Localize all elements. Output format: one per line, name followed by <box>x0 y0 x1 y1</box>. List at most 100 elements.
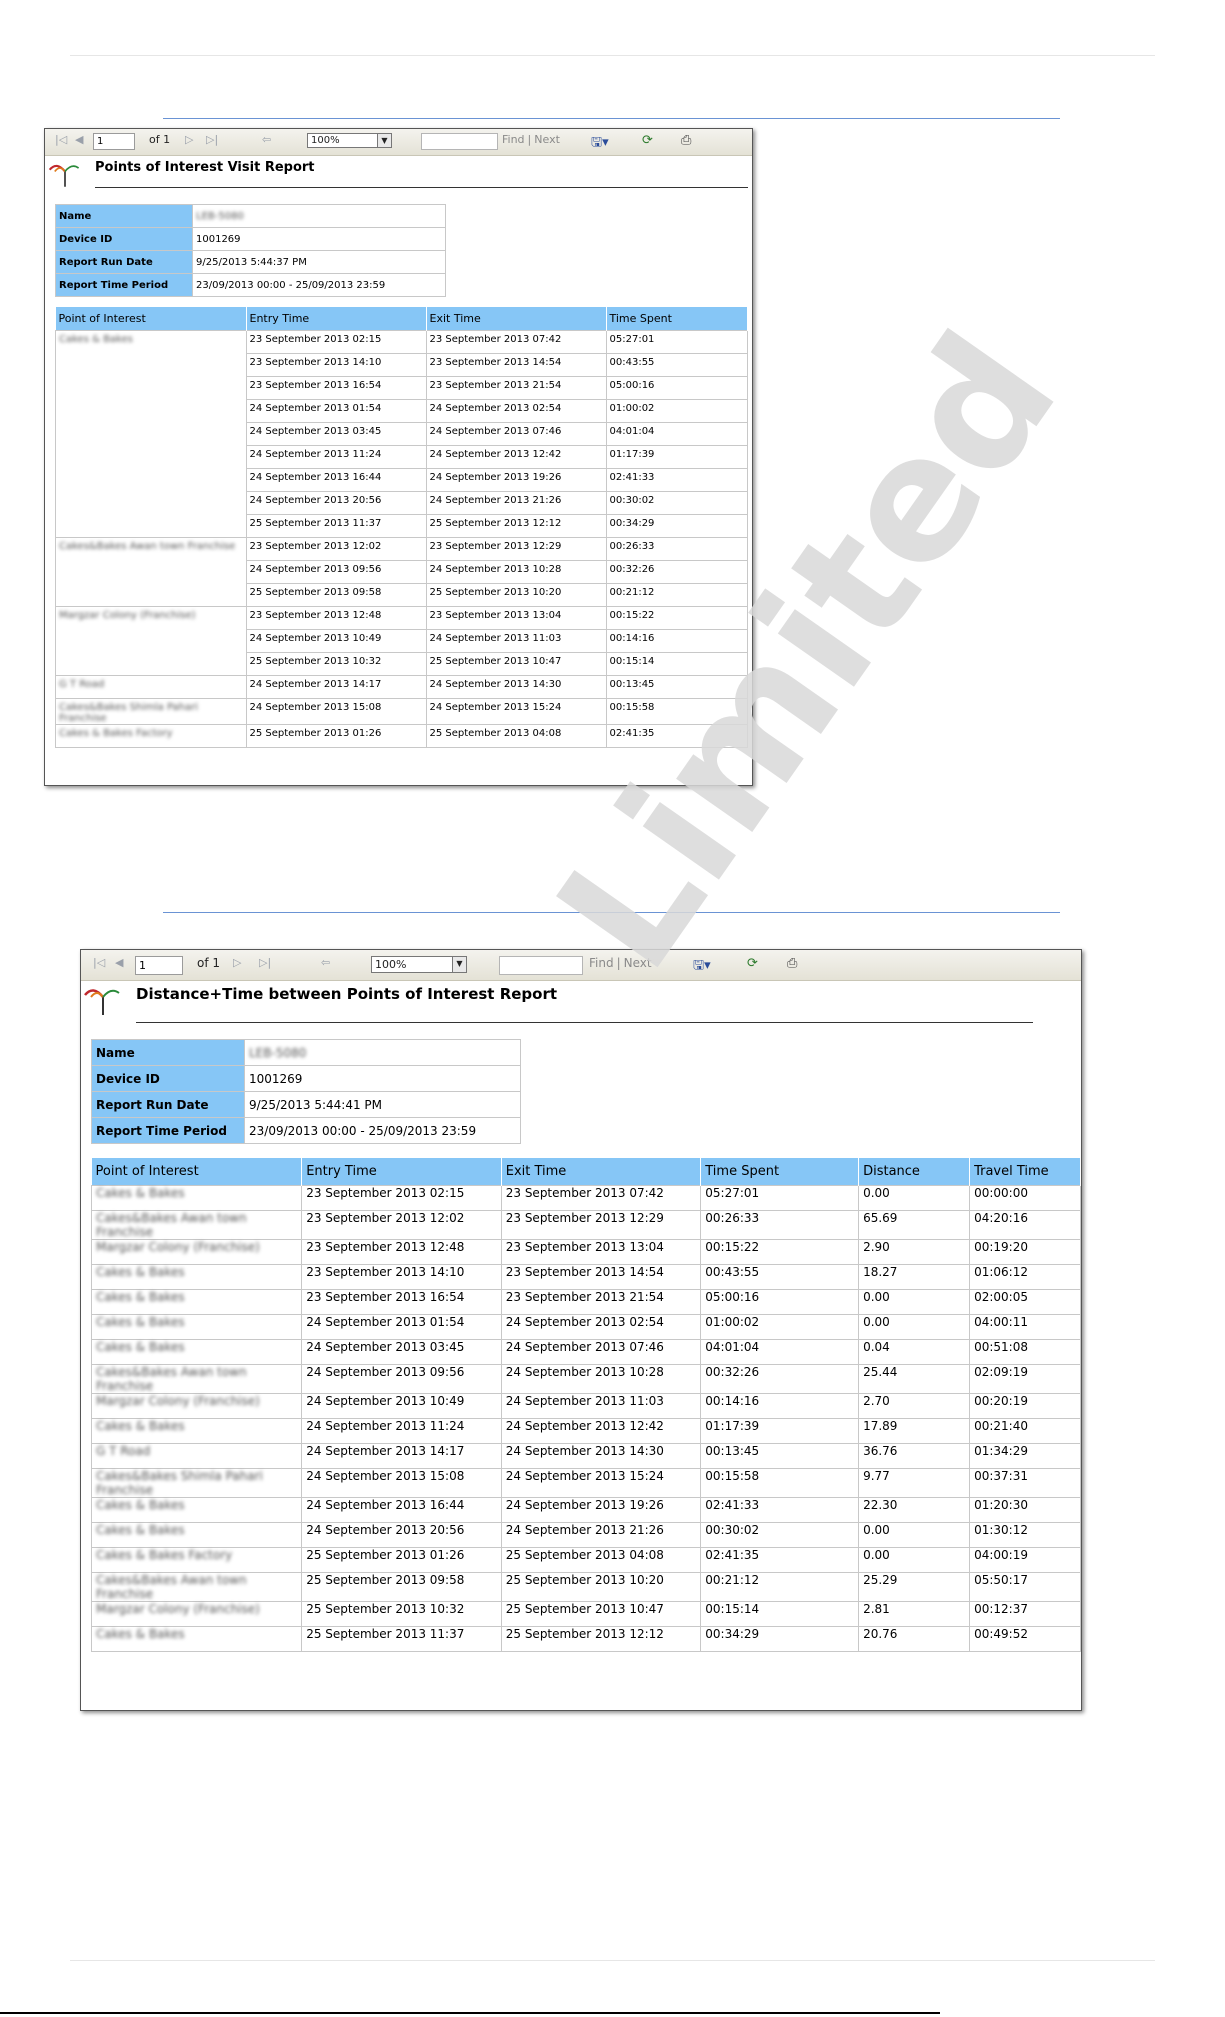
entry-time-cell: 25 September 2013 01:26 <box>301 1547 502 1573</box>
export-save-icon[interactable]: 🖫▾ <box>693 956 711 978</box>
first-page-icon[interactable]: |◁ <box>55 133 67 146</box>
entry-time-cell: 24 September 2013 15:08 <box>245 698 427 725</box>
exit-time-cell: 24 September 2013 02:54 <box>425 399 607 423</box>
info-row: Report Time Period 23/09/2013 00:00 - 25/… <box>91 1117 521 1144</box>
divider: | <box>527 133 532 146</box>
time-spent-cell: 00:13:45 <box>605 675 748 699</box>
time-spent-cell: 00:21:12 <box>700 1572 860 1602</box>
travel-time-cell: 01:06:12 <box>969 1264 1081 1290</box>
refresh-icon[interactable]: ⟳ <box>747 956 758 971</box>
entry-time-cell: 24 September 2013 20:56 <box>301 1522 502 1548</box>
poi-name: Cakes & Bakes <box>96 1265 185 1279</box>
time-spent-cell: 04:01:04 <box>605 422 748 446</box>
entry-time-cell: 23 September 2013 12:48 <box>245 606 427 630</box>
travel-time-cell: 00:00:00 <box>969 1185 1081 1211</box>
exit-time-cell: 24 September 2013 11:03 <box>500 1393 702 1419</box>
report-viewer-poi-visit: |◁ ◀ of 1 ▷ ▷| ⇦ 100% ▼ Find | Next 🖫▾ ⟳… <box>44 128 753 786</box>
distance-cell: 2.81 <box>858 1601 971 1627</box>
poi-cell: Margzar Colony (Franchise) <box>90 1601 303 1627</box>
time-spent-cell: 00:21:12 <box>605 583 748 607</box>
table-row: Cakes & Bakes 24 September 2013 01:54 24 S… <box>90 1314 1081 1340</box>
previous-page-icon[interactable]: ◀ <box>75 133 83 146</box>
time-spent-cell: 01:17:39 <box>700 1418 860 1444</box>
find-link[interactable]: Find <box>502 133 525 146</box>
travel-time-cell: 02:09:19 <box>969 1364 1081 1394</box>
poi-cell: G T Road <box>55 675 247 699</box>
exit-time-cell: 25 September 2013 10:20 <box>500 1572 702 1602</box>
find-link[interactable]: Find <box>589 956 614 970</box>
next-page-icon[interactable]: ▷ <box>185 133 193 146</box>
find-input[interactable] <box>421 133 498 150</box>
poi-cell: Cakes&Bakes Shimla Pahari Franchise <box>55 698 247 725</box>
travel-time-cell: 00:37:31 <box>969 1468 1081 1498</box>
back-to-parent-icon[interactable]: ⇦ <box>321 956 330 969</box>
column-header: Time Spent <box>700 1158 860 1186</box>
table-header-row: Point of Interest Entry Time Exit Time T… <box>55 307 748 331</box>
info-key: Report Run Date <box>91 1091 245 1118</box>
table-row: Cakes & Bakes 24 September 2013 16:44 24 S… <box>90 1497 1081 1523</box>
time-spent-cell: 02:41:35 <box>700 1547 860 1573</box>
poi-name: Cakes&Bakes Awan town Franchise <box>96 1573 247 1601</box>
info-value: 23/09/2013 00:00 - 25/09/2013 23:59 <box>244 1117 521 1144</box>
time-spent-cell: 00:15:14 <box>700 1601 860 1627</box>
distance-cell: 25.29 <box>858 1572 971 1602</box>
time-spent-cell: 01:00:02 <box>605 399 748 423</box>
refresh-icon[interactable]: ⟳ <box>642 133 653 148</box>
column-header: Exit Time <box>501 1158 702 1186</box>
report-info-table: Name LEB-5080 Device ID 1001269 Report Run… <box>55 204 446 297</box>
column-header: Point of Interest <box>55 307 247 331</box>
find-input[interactable] <box>499 956 583 975</box>
poi-name: Cakes&Bakes Awan town Franchise <box>59 541 236 552</box>
info-row: Name LEB-5080 <box>55 204 446 228</box>
last-page-icon[interactable]: ▷| <box>259 956 271 969</box>
print-icon[interactable]: ⎙ <box>681 133 691 148</box>
exit-time-cell: 25 September 2013 04:08 <box>500 1547 702 1573</box>
zoom-select[interactable]: 100% ▼ <box>307 133 392 148</box>
entry-time-cell: 23 September 2013 14:10 <box>301 1264 502 1290</box>
poi-name: Cakes & Bakes <box>96 1523 185 1537</box>
zoom-select[interactable]: 100% ▼ <box>371 956 467 973</box>
entry-time-cell: 25 September 2013 10:32 <box>245 652 427 676</box>
exit-time-cell: 24 September 2013 02:54 <box>500 1314 702 1340</box>
entry-time-cell: 24 September 2013 11:24 <box>301 1418 502 1444</box>
last-page-icon[interactable]: ▷| <box>206 133 218 146</box>
next-link[interactable]: Next <box>624 956 652 970</box>
page-number-input[interactable] <box>135 956 183 975</box>
exit-time-cell: 24 September 2013 12:42 <box>425 445 607 469</box>
exit-time-cell: 24 September 2013 10:28 <box>500 1364 702 1394</box>
travel-time-cell: 04:20:16 <box>969 1210 1081 1240</box>
company-logo <box>84 989 120 1015</box>
previous-page-icon[interactable]: ◀ <box>115 956 123 969</box>
export-save-icon[interactable]: 🖫▾ <box>591 133 609 155</box>
back-to-parent-icon[interactable]: ⇦ <box>262 133 271 146</box>
entry-time-cell: 24 September 2013 14:17 <box>245 675 427 699</box>
info-row: Name LEB-5080 <box>91 1039 521 1066</box>
column-header: Entry Time <box>301 1158 502 1186</box>
time-spent-cell: 00:15:58 <box>700 1468 860 1498</box>
travel-time-cell: 00:21:40 <box>969 1418 1081 1444</box>
poi-cell: Cakes&Bakes Awan town Franchise <box>90 1210 303 1240</box>
travel-time-cell: 05:50:17 <box>969 1572 1081 1602</box>
time-spent-cell: 04:01:04 <box>700 1339 860 1365</box>
next-page-icon[interactable]: ▷ <box>233 956 241 969</box>
entry-time-cell: 23 September 2013 02:15 <box>245 330 427 354</box>
table-row: Cakes & Bakes Factory 25 September 2013 0… <box>90 1547 1081 1573</box>
info-value: 9/25/2013 5:44:41 PM <box>244 1091 521 1118</box>
page-number-input[interactable] <box>93 133 135 150</box>
print-icon[interactable]: ⎙ <box>787 956 797 971</box>
time-spent-cell: 05:00:16 <box>700 1289 860 1315</box>
exit-time-cell: 24 September 2013 10:28 <box>425 560 607 584</box>
exit-time-cell: 25 September 2013 12:12 <box>425 514 607 538</box>
poi-name: Cakes&Bakes Awan town Franchise <box>96 1211 247 1239</box>
next-link[interactable]: Next <box>534 133 560 146</box>
info-key: Name <box>55 204 193 228</box>
column-header: Time Spent <box>606 307 748 331</box>
table-row: Cakes & Bakes Factory 25 September 2013 0… <box>55 724 748 748</box>
table-row: Cakes&Bakes Awan town Franchise 25 Septem… <box>90 1572 1081 1602</box>
time-spent-cell: 05:27:01 <box>700 1185 860 1211</box>
table-row: Cakes & Bakes 24 September 2013 03:45 24 S… <box>90 1339 1081 1365</box>
first-page-icon[interactable]: |◁ <box>93 956 105 969</box>
time-spent-cell: 00:15:22 <box>605 606 748 630</box>
section-separator <box>163 912 1060 913</box>
column-header: Exit Time <box>426 307 607 331</box>
